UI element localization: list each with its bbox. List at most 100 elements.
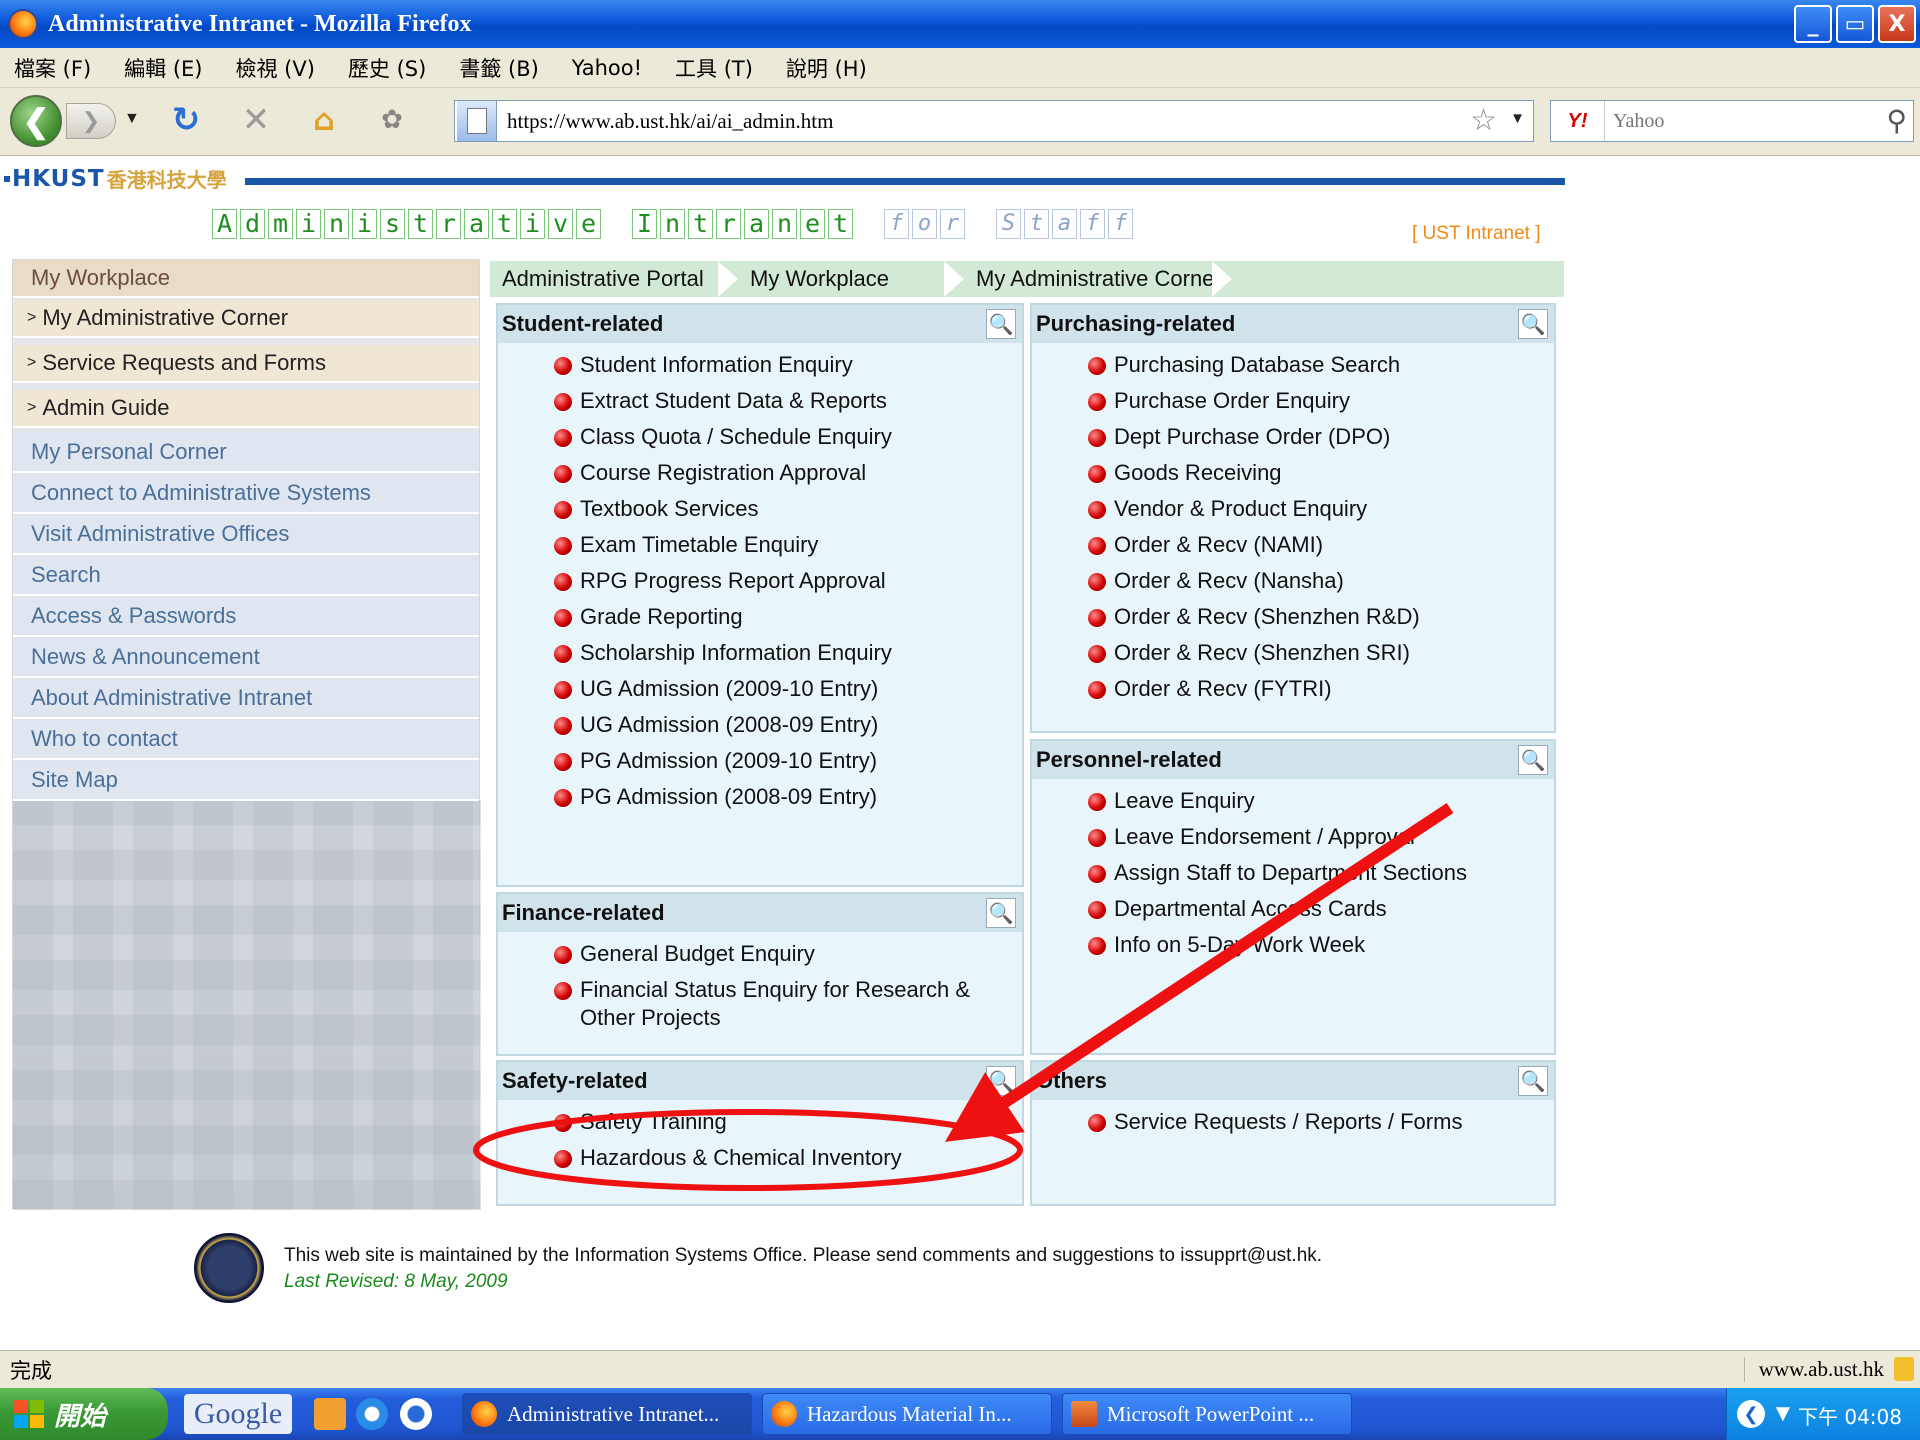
home-icon[interactable]: ⌂ [304, 100, 344, 140]
panel-link[interactable]: Course Registration Approval [498, 459, 1022, 487]
window-title-bar: Administrative Intranet - Mozilla Firefo… [0, 0, 1920, 48]
restore-button[interactable]: ▭ [1836, 5, 1874, 43]
addon-icon[interactable]: ✿ [372, 100, 412, 140]
panel-link[interactable]: Order & Recv (NAMI) [1032, 531, 1554, 559]
sidebar-item-my-workplace[interactable]: My Workplace [13, 260, 479, 298]
sidebar-item-connect-systems[interactable]: Connect to Administrative Systems [13, 474, 479, 514]
search-bar[interactable]: Y! ⚲ [1550, 100, 1914, 142]
panel-link[interactable]: Purchase Order Enquiry [1032, 387, 1554, 415]
menu-yahoo[interactable]: Yahoo! [572, 56, 642, 80]
panel-link[interactable]: Financial Status Enquiry for Research & … [498, 976, 1022, 1032]
close-button[interactable]: X [1878, 5, 1916, 43]
panel-link[interactable]: Student Information Enquiry [498, 351, 1022, 379]
magnifier-icon[interactable]: 🔍 [986, 1066, 1016, 1096]
tab-my-workplace[interactable]: My Workplace [738, 261, 948, 297]
menu-file[interactable]: 檔案 (F) [14, 53, 91, 83]
url-bar[interactable]: ☆ ▼ [454, 100, 1534, 142]
panel-link[interactable]: Leave Endorsement / Approval [1032, 823, 1554, 851]
panel-link[interactable]: Goods Receiving [1032, 459, 1554, 487]
sidebar-item-visit-offices[interactable]: Visit Administrative Offices [13, 515, 479, 555]
panel-link[interactable]: Service Requests / Reports / Forms [1032, 1108, 1554, 1136]
task-powerpoint[interactable]: Microsoft PowerPoint ... [1062, 1393, 1352, 1435]
search-input[interactable] [1613, 109, 1863, 133]
panel-link[interactable]: Order & Recv (Nansha) [1032, 567, 1554, 595]
sidebar-item-who-to-contact[interactable]: Who to contact [13, 720, 479, 760]
yahoo-engine-icon[interactable]: Y! [1551, 101, 1605, 141]
start-button[interactable]: 開始 [0, 1388, 168, 1440]
task-administrative-intranet[interactable]: Administrative Intranet... [462, 1393, 752, 1435]
panel-link[interactable]: Class Quota / Schedule Enquiry [498, 423, 1022, 451]
panel-link-label: Student Information Enquiry [580, 352, 853, 377]
reload-icon[interactable]: ↻ [166, 100, 206, 140]
tray-expand-icon[interactable]: ❮ [1737, 1400, 1765, 1428]
panel-link[interactable]: Vendor & Product Enquiry [1032, 495, 1554, 523]
site-identity-icon[interactable] [457, 101, 497, 141]
back-button[interactable]: ❮ [10, 95, 62, 147]
panel-link[interactable]: Order & Recv (Shenzhen R&D) [1032, 603, 1554, 631]
url-dropdown-icon[interactable]: ▼ [1510, 110, 1525, 127]
network-icon[interactable]: ▼ [1771, 1400, 1795, 1428]
panel-link-label: Purchase Order Enquiry [1114, 388, 1350, 413]
panel-link[interactable]: Info on 5-Day Work Week [1032, 931, 1554, 959]
ie-quicklaunch-icon[interactable] [356, 1398, 388, 1430]
tab-administrative-portal[interactable]: Administrative Portal [490, 261, 720, 297]
panel-link[interactable]: Purchasing Database Search [1032, 351, 1554, 379]
panel-link[interactable]: Exam Timetable Enquiry [498, 531, 1022, 559]
minimize-button[interactable]: _ [1794, 5, 1832, 43]
padlock-icon[interactable] [1894, 1357, 1914, 1381]
panel-link[interactable]: Extract Student Data & Reports [498, 387, 1022, 415]
panel-link[interactable]: Safety Training [498, 1108, 1022, 1136]
panel-link[interactable]: Textbook Services [498, 495, 1022, 523]
panel-link[interactable]: Order & Recv (Shenzhen SRI) [1032, 639, 1554, 667]
menu-view[interactable]: 檢視 (V) [235, 53, 314, 83]
panel-link[interactable]: UG Admission (2009-10 Entry) [498, 675, 1022, 703]
panel-link[interactable]: PG Admission (2008-09 Entry) [498, 783, 1022, 811]
outlook-quicklaunch-icon[interactable] [314, 1398, 346, 1430]
panel-link[interactable]: Dept Purchase Order (DPO) [1032, 423, 1554, 451]
panel-link[interactable]: Order & Recv (FYTRI) [1032, 675, 1554, 703]
sidebar-item-news[interactable]: News & Announcement [13, 638, 479, 678]
panel-link[interactable]: Grade Reporting [498, 603, 1022, 631]
url-input[interactable] [507, 108, 1407, 134]
magnifier-icon[interactable]: 🔍 [986, 898, 1016, 928]
panel-link[interactable]: Assign Staff to Department Sections [1032, 859, 1554, 887]
media-player-quicklaunch-icon[interactable] [400, 1398, 432, 1430]
ust-intranet-link[interactable]: [ UST Intranet ] [1412, 223, 1540, 245]
history-dropdown-icon[interactable]: ▼ [124, 110, 140, 128]
banner-letter: r [940, 209, 965, 239]
panel-link[interactable]: Departmental Access Cards [1032, 895, 1554, 923]
panel-link[interactable]: Leave Enquiry [1032, 787, 1554, 815]
panel-link[interactable]: UG Admission (2008-09 Entry) [498, 711, 1022, 739]
task-label: Hazardous Material In... [807, 1401, 1012, 1426]
magnifier-icon[interactable]: 🔍 [986, 309, 1016, 339]
sidebar-item-my-administrative-corner[interactable]: > My Administrative Corner [13, 300, 479, 338]
sidebar-item-service-requests[interactable]: > Service Requests and Forms [13, 345, 479, 383]
menu-edit[interactable]: 編輯 (E) [124, 53, 202, 83]
panel-link[interactable]: General Budget Enquiry [498, 940, 1022, 968]
search-icon[interactable]: ⚲ [1886, 104, 1907, 137]
panel-link[interactable]: Scholarship Information Enquiry [498, 639, 1022, 667]
stop-icon[interactable]: ✕ [236, 100, 276, 140]
menu-tools[interactable]: 工具 (T) [675, 53, 753, 83]
hkust-logo[interactable]: HKUST 香港科技大學 [4, 164, 227, 193]
sidebar-item-site-map[interactable]: Site Map [13, 761, 479, 801]
bookmark-star-icon[interactable]: ☆ [1470, 103, 1497, 138]
magnifier-icon[interactable]: 🔍 [1518, 309, 1548, 339]
menu-history[interactable]: 歷史 (S) [348, 53, 426, 83]
magnifier-icon[interactable]: 🔍 [1518, 745, 1548, 775]
magnifier-icon[interactable]: 🔍 [1518, 1066, 1548, 1096]
sidebar-item-about[interactable]: About Administrative Intranet [13, 679, 479, 719]
sidebar-item-access-passwords[interactable]: Access & Passwords [13, 597, 479, 637]
banner-letter: e [576, 209, 601, 239]
panel-link[interactable]: Hazardous & Chemical Inventory [498, 1144, 1022, 1172]
menu-help[interactable]: 說明 (H) [786, 53, 867, 83]
sidebar-item-personal-corner[interactable]: My Personal Corner [13, 433, 479, 473]
task-hazardous-material[interactable]: Hazardous Material In... [762, 1393, 1052, 1435]
panel-link[interactable]: RPG Progress Report Approval [498, 567, 1022, 595]
forward-button[interactable]: ❯ [66, 103, 116, 139]
panel-link[interactable]: PG Admission (2009-10 Entry) [498, 747, 1022, 775]
sidebar-item-search[interactable]: Search [13, 556, 479, 596]
google-toolbar[interactable]: Google [184, 1394, 292, 1434]
menu-bookmarks[interactable]: 書籤 (B) [459, 53, 538, 83]
sidebar-item-admin-guide[interactable]: > Admin Guide [13, 390, 479, 428]
